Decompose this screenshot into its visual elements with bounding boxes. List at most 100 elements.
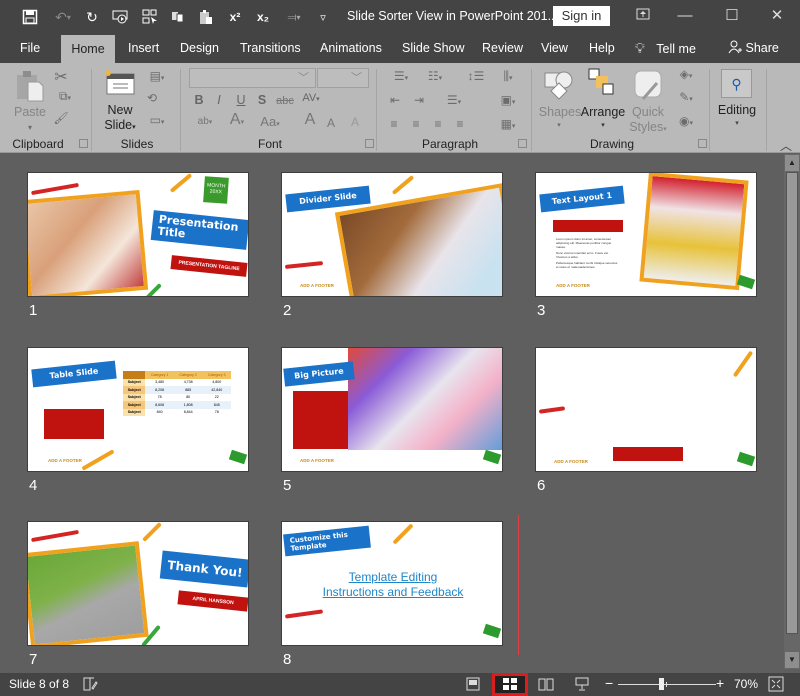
paste-button[interactable]: Paste <box>12 105 48 119</box>
paste-icon[interactable] <box>196 7 216 27</box>
slide-thumbnail-7[interactable]: Thank You! APRIL HANSSON <box>27 521 249 646</box>
vertical-scrollbar[interactable]: ▲ ▼ <box>784 154 800 669</box>
slide-thumbnail-2[interactable]: Divider Slide ADD A FOOTER <box>281 172 503 297</box>
format-painter-icon[interactable]: 🖌︎ <box>52 111 70 125</box>
tab-insert[interactable]: Insert <box>128 33 159 63</box>
slide-count-status[interactable]: Slide 8 of 8 <box>9 677 69 691</box>
undo-icon[interactable]: ↶ ▾ <box>50 7 76 27</box>
layout-icon[interactable]: ▤▾ <box>143 69 171 83</box>
scroll-up-arrow-icon[interactable]: ▲ <box>785 155 799 171</box>
tab-view[interactable]: View <box>541 33 568 63</box>
maximize-button[interactable]: ☐ <box>717 5 747 27</box>
cut-icon[interactable]: ✂ <box>52 67 70 87</box>
tab-review[interactable]: Review <box>482 33 523 63</box>
increase-indent-icon[interactable]: ⇥ <box>410 93 428 107</box>
text-direction-icon[interactable]: ⫼▾ <box>494 69 522 84</box>
tab-slide-show[interactable]: Slide Show <box>402 33 465 63</box>
shapes-icon[interactable] <box>543 69 575 101</box>
close-button[interactable]: ✕ <box>762 5 792 27</box>
new-slide-label[interactable]: New <box>100 103 140 117</box>
shrink-font-button[interactable]: A <box>324 116 338 130</box>
minimize-button[interactable]: — <box>670 5 700 27</box>
start-from-beginning-icon[interactable] <box>110 7 132 27</box>
collapse-ribbon-icon[interactable]: ︿ <box>778 137 794 154</box>
ribbon-display-options-icon[interactable] <box>628 5 658 27</box>
arrange-dropdown-icon[interactable]: ▾ <box>596 121 610 129</box>
slide-thumbnail-6[interactable]: ADD A FOOTER <box>535 347 757 472</box>
align-icon[interactable]: ⫤ ▾ <box>280 7 308 27</box>
paste-dropdown-icon[interactable]: ▾ <box>22 123 38 132</box>
arrange-button[interactable]: Arrange <box>580 105 626 119</box>
strikethrough-button[interactable]: abc <box>274 94 296 108</box>
tab-file[interactable]: File <box>20 33 40 63</box>
select-icon[interactable] <box>140 7 160 27</box>
numbering-icon[interactable]: ☷▾ <box>420 69 450 83</box>
shape-outline-icon[interactable]: ✎▾ <box>672 90 700 104</box>
notes-icon[interactable] <box>82 676 98 692</box>
clipboard-launcher-icon[interactable] <box>79 139 88 148</box>
italic-button[interactable]: I <box>213 93 225 107</box>
columns-icon[interactable]: ☰▾ <box>440 93 468 107</box>
font-size-combobox[interactable]: ﹀ <box>317 68 369 88</box>
slide-thumbnail-5[interactable]: Big Picture ADD A FOOTER <box>281 347 503 472</box>
zoom-slider-track[interactable] <box>618 678 716 690</box>
sign-in-button[interactable]: Sign in <box>553 6 610 26</box>
grow-font-button[interactable]: A <box>302 112 318 128</box>
align-center-icon[interactable]: ≡ <box>408 117 424 131</box>
editing-dropdown-icon[interactable]: ▾ <box>730 119 744 127</box>
character-spacing-button[interactable]: AV▾ <box>298 91 324 107</box>
zoom-level[interactable]: 70% <box>734 677 758 691</box>
drawing-launcher-icon[interactable] <box>698 139 707 148</box>
paste-clipboard-icon[interactable] <box>15 69 45 105</box>
slide-thumbnail-4[interactable]: Table Slide Category 1 Category 2 Catego… <box>27 347 249 472</box>
align-left-icon[interactable]: ≡ <box>386 117 402 131</box>
scrollbar-thumb[interactable] <box>786 172 798 634</box>
customize-qat-icon[interactable]: ▿ <box>315 7 331 27</box>
tell-me-search[interactable]: 💡︎ Tell me <box>635 33 696 63</box>
quick-styles-icon[interactable] <box>633 69 663 101</box>
scroll-down-arrow-icon[interactable]: ▼ <box>785 652 799 668</box>
new-slide-dropdown[interactable]: Slide▾ <box>98 118 142 135</box>
reset-slide-icon[interactable]: ⟲ <box>143 91 161 105</box>
editing-button[interactable]: Editing <box>714 103 760 117</box>
change-case-button[interactable]: Aa▾ <box>255 115 285 132</box>
slide-thumbnail-3[interactable]: Text Layout 1 Lorem ipsum dolor sit amet… <box>535 172 757 297</box>
quick-styles-label[interactable]: Quick <box>630 105 666 119</box>
fit-slide-to-window-icon[interactable] <box>768 676 784 692</box>
normal-view-icon[interactable] <box>465 676 481 692</box>
repeat-icon[interactable]: ↻ <box>82 7 102 27</box>
subscript-icon[interactable]: x₂ <box>253 7 273 27</box>
bullets-icon[interactable]: ☰▾ <box>386 69 416 83</box>
slide-thumbnail-1[interactable]: MONTH 20XX Presentation Title PRESENTATI… <box>27 172 249 297</box>
shapes-dropdown-icon[interactable]: ▾ <box>552 121 566 129</box>
paragraph-launcher-icon[interactable] <box>518 139 527 148</box>
template-instructions-link[interactable]: Template Editing Instructions and Feedba… <box>282 570 502 600</box>
bold-button[interactable]: B <box>193 93 205 107</box>
decrease-indent-icon[interactable]: ⇤ <box>386 93 404 107</box>
arrange-icon[interactable] <box>587 67 617 99</box>
shadow-button[interactable]: S <box>256 93 268 107</box>
font-launcher-icon[interactable] <box>365 139 374 148</box>
section-icon[interactable]: ▭▾ <box>143 113 171 127</box>
zoom-out-button[interactable]: − <box>605 675 613 691</box>
shape-effects-icon[interactable]: ◉▾ <box>672 114 700 128</box>
slide-sorter-view-button[interactable] <box>492 673 528 696</box>
tab-design[interactable]: Design <box>180 33 219 63</box>
justify-icon[interactable]: ≡ <box>452 117 468 131</box>
find-search-icon[interactable]: ⚲ <box>721 69 752 98</box>
share-button[interactable]: Share <box>728 33 779 63</box>
shapes-button[interactable]: Shapes <box>538 105 582 119</box>
smartart-icon[interactable]: ▦▾ <box>494 117 522 131</box>
superscript-icon[interactable]: x² <box>225 7 245 27</box>
align-text-icon[interactable]: ▣▾ <box>494 93 522 107</box>
tab-home[interactable]: Home <box>61 35 115 63</box>
shape-fill-icon[interactable]: ◈▾ <box>672 67 700 81</box>
tab-transitions[interactable]: Transitions <box>240 33 301 63</box>
reading-view-icon[interactable] <box>538 676 554 692</box>
clear-formatting-icon[interactable]: A <box>348 115 362 129</box>
zoom-slider-thumb[interactable] <box>659 678 665 690</box>
font-color-button[interactable]: A▾ <box>225 112 249 130</box>
quick-styles-button[interactable]: Styles▾ <box>625 120 671 137</box>
save-icon[interactable] <box>20 7 40 27</box>
new-slide-icon[interactable] <box>104 69 136 97</box>
